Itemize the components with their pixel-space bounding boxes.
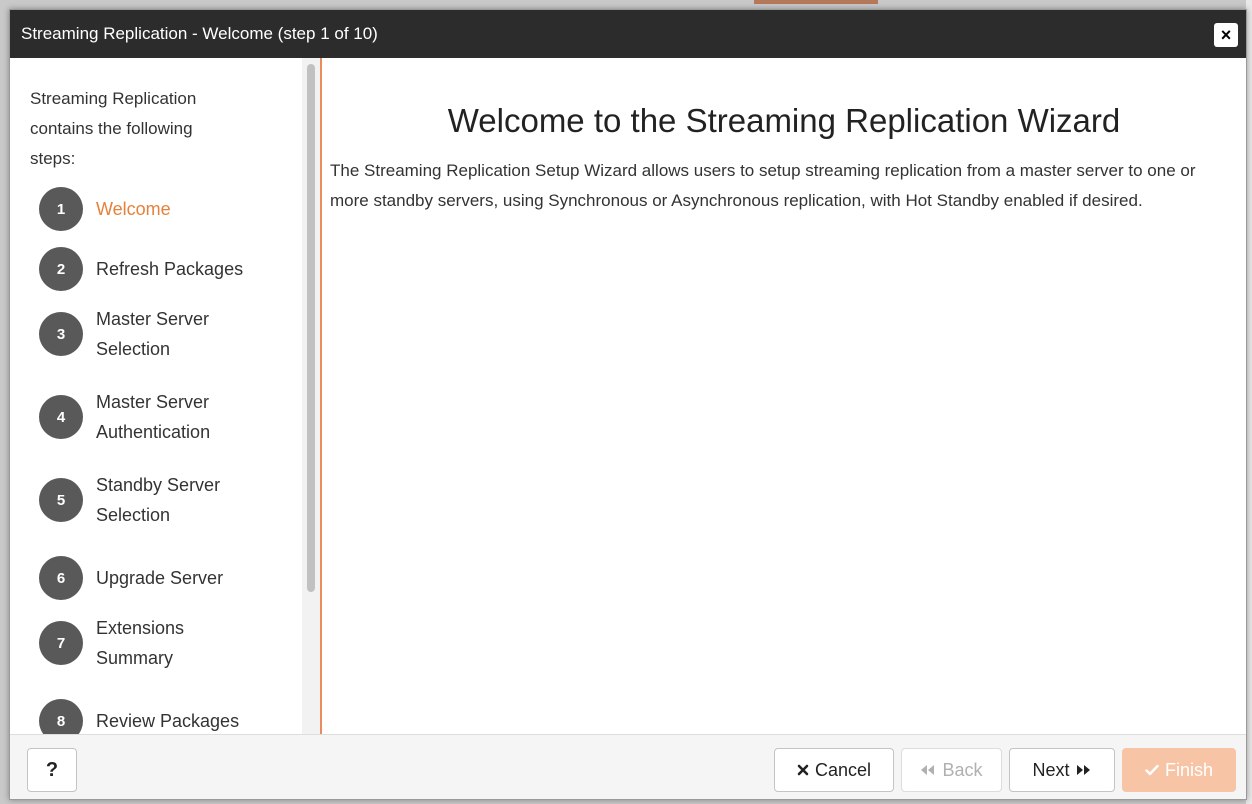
next-button[interactable]: Next — [1009, 748, 1115, 792]
back-label: Back — [942, 759, 983, 780]
step-number: 3 — [39, 312, 83, 356]
step-extensions-summary[interactable]: 7 Extensions Summary — [39, 613, 266, 673]
page-title: Welcome to the Streaming Replication Wiz… — [447, 102, 1121, 139]
steps-sidebar: Streaming Replication contains the follo… — [10, 58, 302, 734]
back-button[interactable]: Back — [901, 748, 1002, 792]
step-master-server-selection[interactable]: 3 Master Server Selection — [39, 304, 266, 364]
next-label: Next — [1032, 759, 1070, 780]
step-label: Standby Server Selection — [96, 475, 221, 525]
wizard-description: The Streaming Replication Setup Wizard a… — [330, 161, 1196, 210]
step-master-server-authentication[interactable]: 4 Master Server Authentication — [39, 387, 266, 447]
step-label: Extensions Summary — [96, 618, 185, 668]
wizard-dialog: Streaming Replication - Welcome (step 1 … — [9, 9, 1247, 800]
step-label: Master Server Authentication — [96, 392, 211, 442]
cancel-label: Cancel — [814, 759, 872, 780]
step-label: Upgrade Server — [96, 568, 224, 588]
close-icon: × — [1220, 25, 1232, 45]
background-accent — [754, 0, 878, 4]
step-welcome[interactable]: 1 Welcome — [39, 187, 266, 231]
step-number: 6 — [39, 556, 83, 600]
step-label: Refresh Packages — [96, 259, 244, 279]
step-refresh-packages[interactable]: 2 Refresh Packages — [39, 247, 266, 291]
dialog-titlebar[interactable]: Streaming Replication - Welcome (step 1 … — [10, 10, 1246, 58]
checkmark-icon — [1145, 764, 1159, 776]
help-button[interactable]: ? — [27, 748, 77, 792]
finish-button[interactable]: Finish — [1122, 748, 1236, 792]
close-icon — [797, 764, 809, 776]
step-number: 5 — [39, 478, 83, 522]
step-number: 1 — [39, 187, 83, 231]
dialog-footer: ? Cancel Back Next Finish — [10, 734, 1246, 799]
cancel-button[interactable]: Cancel — [774, 748, 894, 792]
scrollbar-thumb[interactable] — [307, 64, 315, 592]
step-standby-server-selection[interactable]: 5 Standby Server Selection — [39, 470, 266, 530]
step-number: 4 — [39, 395, 83, 439]
close-button[interactable]: × — [1214, 23, 1238, 47]
main-content: Welcome to the Streaming Replication Wiz… — [322, 58, 1246, 734]
fast-forward-icon — [1076, 765, 1090, 775]
step-label: Welcome — [96, 199, 171, 219]
dialog-title: Streaming Replication - Welcome (step 1 … — [21, 24, 378, 43]
step-label: Master Server Selection — [96, 309, 210, 359]
fast-backward-icon — [921, 765, 935, 775]
step-label: Review Packages — [96, 711, 240, 731]
sidebar-scrollbar[interactable] — [302, 58, 320, 734]
step-review-packages[interactable]: 8 Review Packages — [39, 699, 266, 734]
finish-label: Finish — [1164, 759, 1213, 780]
step-number: 2 — [39, 247, 83, 291]
sidebar-intro: Streaming Replication contains the follo… — [30, 89, 197, 168]
step-upgrade-server[interactable]: 6 Upgrade Server — [39, 556, 266, 600]
step-number: 8 — [39, 699, 83, 734]
step-number: 7 — [39, 621, 83, 665]
help-icon: ? — [45, 758, 59, 781]
